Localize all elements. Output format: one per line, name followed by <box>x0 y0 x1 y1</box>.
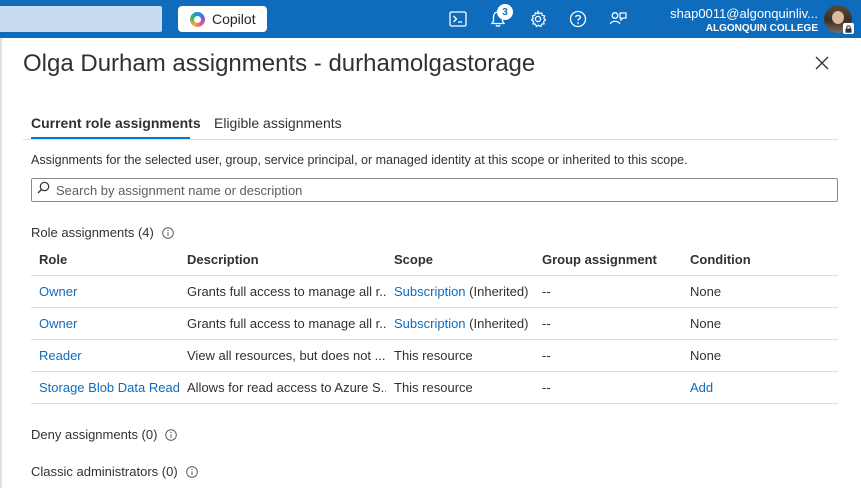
tabs-divider <box>23 139 838 140</box>
scope-cell: This resource <box>386 371 534 404</box>
top-bar: Copilot 3 shap0011@algonquinliv... ALGON… <box>0 0 861 38</box>
column-header-description[interactable]: Description <box>179 244 386 276</box>
copilot-button[interactable]: Copilot <box>178 6 267 32</box>
classic-administrators-heading: Classic administrators (0) <box>31 464 198 479</box>
table-row: Reader View all resources, but does not … <box>31 339 838 372</box>
search-field[interactable] <box>31 178 838 202</box>
column-header-role[interactable]: Role <box>31 244 179 276</box>
cloud-shell-icon[interactable] <box>445 7 471 31</box>
lock-icon <box>843 23 854 34</box>
table-row: Owner Grants full access to manage all r… <box>31 307 838 340</box>
scope-suffix: (Inherited) <box>469 283 529 299</box>
global-search-box[interactable] <box>0 6 162 32</box>
role-link[interactable]: Owner <box>31 275 179 308</box>
deny-assignments-heading: Deny assignments (0) <box>31 427 178 442</box>
scope-cell: Subscription (Inherited) <box>386 307 534 340</box>
page-title: Olga Durham assignments - durhamolgastor… <box>23 50 536 77</box>
search-input[interactable] <box>56 182 816 198</box>
condition: None <box>682 307 838 340</box>
condition: None <box>682 275 838 308</box>
group-assignment: -- <box>534 339 682 372</box>
role-link[interactable]: Storage Blob Data Reader <box>31 371 179 404</box>
role-description: View all resources, but does not ... <box>179 339 386 372</box>
role-description: Grants full access to manage all r... <box>179 275 386 308</box>
group-assignment: -- <box>534 307 682 340</box>
help-icon[interactable] <box>565 7 591 31</box>
copilot-label: Copilot <box>212 11 256 27</box>
role-assignments-table: Role Description Scope Group assignment … <box>31 244 838 404</box>
scope-link[interactable]: Subscription <box>394 316 466 331</box>
role-link[interactable]: Reader <box>31 339 179 372</box>
column-header-group-assignment[interactable]: Group assignment <box>534 244 682 276</box>
scope-link[interactable]: Subscription <box>394 284 466 299</box>
scope-cell: Subscription (Inherited) <box>386 275 534 308</box>
deny-assignments-label: Deny assignments (0) <box>31 427 158 442</box>
info-icon[interactable] <box>162 226 174 239</box>
notifications-badge: 3 <box>497 4 513 20</box>
scope-suffix: (Inherited) <box>469 315 529 331</box>
table-header-row: Role Description Scope Group assignment … <box>31 244 838 276</box>
tab-eligible-assignments[interactable]: Eligible assignments <box>214 115 342 131</box>
classic-administrators-label: Classic administrators (0) <box>31 464 178 479</box>
copilot-icon <box>190 11 205 27</box>
role-assignments-heading: Role assignments (4) <box>31 225 174 240</box>
close-icon[interactable] <box>812 53 832 73</box>
tab-current-role-assignments[interactable]: Current role assignments <box>31 115 201 131</box>
scope-cell: This resource <box>386 339 534 372</box>
add-condition-link[interactable]: Add <box>682 371 838 404</box>
info-icon[interactable] <box>165 428 178 441</box>
group-assignment: -- <box>534 371 682 404</box>
table-row: Storage Blob Data Reader Allows for read… <box>31 371 838 404</box>
condition: None <box>682 339 838 372</box>
user-organization: ALGONQUIN COLLEGE <box>705 23 818 34</box>
group-assignment: -- <box>534 275 682 308</box>
info-icon[interactable] <box>185 465 198 478</box>
assignments-description: Assignments for the selected user, group… <box>31 153 688 167</box>
settings-icon[interactable] <box>525 7 551 31</box>
role-link[interactable]: Owner <box>31 307 179 340</box>
search-icon <box>37 181 50 199</box>
feedback-icon[interactable] <box>605 7 631 31</box>
table-row: Owner Grants full access to manage all r… <box>31 275 838 308</box>
role-description: Allows for read access to Azure S... <box>179 371 386 404</box>
column-header-scope[interactable]: Scope <box>386 244 534 276</box>
column-header-condition[interactable]: Condition <box>682 244 838 276</box>
blade-edge <box>0 38 3 488</box>
user-email[interactable]: shap0011@algonquinliv... <box>670 6 818 21</box>
role-assignments-label: Role assignments (4) <box>31 225 154 240</box>
role-description: Grants full access to manage all r... <box>179 307 386 340</box>
